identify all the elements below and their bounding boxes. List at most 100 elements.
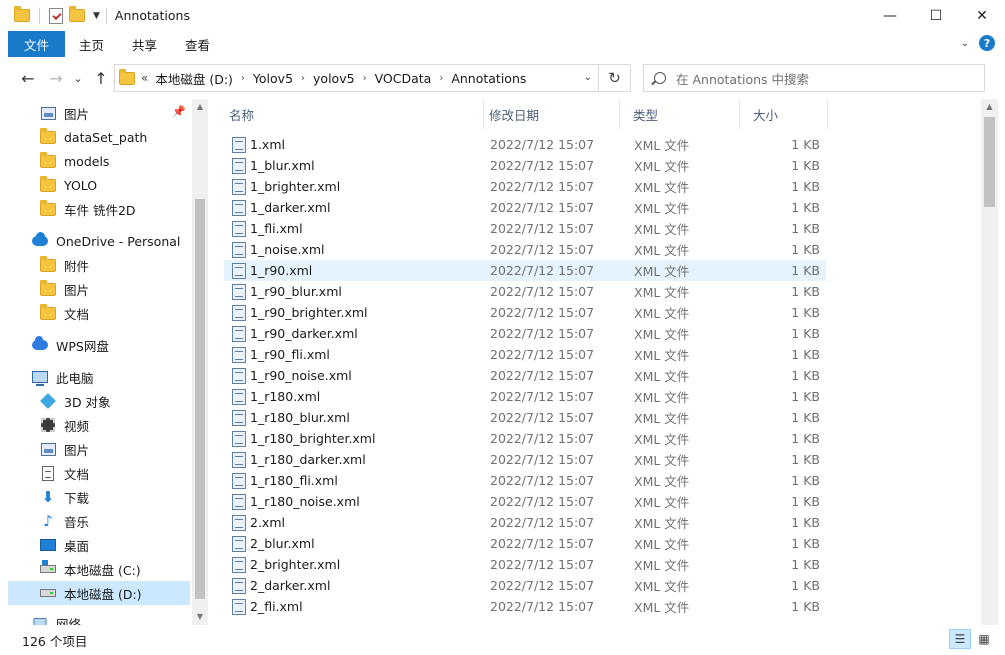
table-row[interactable]: 1_r180.xml 2022/7/12 15:07 XML 文件 1 KB <box>224 386 826 407</box>
sidebar-item-videos[interactable]: 视频 <box>8 413 190 437</box>
table-row[interactable]: 1_r90_fli.xml 2022/7/12 15:07 XML 文件 1 KB <box>224 344 826 365</box>
table-row[interactable]: 1_r90.xml 2022/7/12 15:07 XML 文件 1 KB <box>224 260 826 281</box>
sidebar-item-parts-2d[interactable]: 车件 铣件2D <box>8 197 190 221</box>
address-bar[interactable]: « 本地磁盘 (D:) › Yolov5 › yolov5 › VOCData … <box>114 64 599 92</box>
column-header-name[interactable]: 名称 ^ <box>216 99 484 129</box>
table-row[interactable]: 1_fli.xml 2022/7/12 15:07 XML 文件 1 KB <box>224 218 826 239</box>
sidebar-item-downloads[interactable]: ⬇ 下载 <box>8 485 190 509</box>
breadcrumb-annotations[interactable]: Annotations <box>451 71 526 86</box>
file-modified-date: 2022/7/12 15:07 <box>490 557 595 572</box>
breadcrumb-yolov5[interactable]: yolov5 <box>313 71 355 86</box>
refresh-button[interactable]: ↻ <box>599 64 631 92</box>
tab-file[interactable]: 文件 <box>8 31 65 57</box>
scroll-up-icon[interactable]: ▲ <box>981 99 998 115</box>
recent-locations-button[interactable]: ⌄ <box>66 66 90 90</box>
breadcrumb-yolov5-root[interactable]: Yolov5 <box>253 71 293 86</box>
table-row[interactable]: 1_r180_brighter.xml 2022/7/12 15:07 XML 文件… <box>224 428 826 449</box>
table-row[interactable]: 2_darker.xml 2022/7/12 15:07 XML 文件 1 KB <box>224 575 826 596</box>
file-modified-date: 2022/7/12 15:07 <box>490 578 595 593</box>
scroll-up-icon[interactable]: ▲ <box>192 99 208 115</box>
file-modified-date: 2022/7/12 15:07 <box>490 368 595 383</box>
file-modified-date: 2022/7/12 15:07 <box>490 410 595 425</box>
help-icon[interactable]: ? <box>979 35 995 51</box>
sidebar-item-onedrive[interactable]: OneDrive - Personal <box>8 229 190 253</box>
sidebar-item-wps-cloud[interactable]: WPS网盘 <box>8 333 190 357</box>
column-header-date[interactable]: 修改日期 <box>476 99 620 129</box>
table-row[interactable]: 1_noise.xml 2022/7/12 15:07 XML 文件 1 KB <box>224 239 826 260</box>
file-name: 1_r180_blur.xml <box>250 410 350 425</box>
pin-icon[interactable]: 📌 <box>172 105 186 118</box>
table-row[interactable]: 1_r180_fli.xml 2022/7/12 15:07 XML 文件 1 KB <box>224 470 826 491</box>
sidebar-item-music[interactable]: ♪ 音乐 <box>8 509 190 533</box>
sidebar-item-pictures[interactable]: 图片 <box>8 437 190 461</box>
sidebar-item-drive-c[interactable]: 本地磁盘 (C:) <box>8 557 190 581</box>
table-row[interactable]: 1_r90_noise.xml 2022/7/12 15:07 XML 文件 1 KB <box>224 365 826 386</box>
column-header-row: 名称 ^ 修改日期 类型 大小 <box>208 99 981 129</box>
expand-ribbon-icon[interactable]: ⌄ <box>961 38 969 49</box>
view-switcher: ☰ ▦ <box>949 629 995 649</box>
chevron-down-icon[interactable]: ⌄ <box>584 72 592 83</box>
tab-home[interactable]: 主页 <box>65 31 118 57</box>
sidebar-item-network[interactable]: 网络 <box>8 611 190 625</box>
table-row[interactable]: 1_r180_darker.xml 2022/7/12 15:07 XML 文件 1 … <box>224 449 826 470</box>
overflow-crumbs-icon[interactable]: « <box>141 71 148 85</box>
table-row[interactable]: 2.xml 2022/7/12 15:07 XML 文件 1 KB <box>224 512 826 533</box>
table-row[interactable]: 1_r90_darker.xml 2022/7/12 15:07 XML 文件 1 K… <box>224 323 826 344</box>
minimize-button[interactable]: — <box>867 0 913 31</box>
table-row[interactable]: 1_blur.xml 2022/7/12 15:07 XML 文件 1 KB <box>224 155 826 176</box>
sidebar-item-drive-d[interactable]: 本地磁盘 (D:) <box>8 581 190 605</box>
table-row[interactable]: 2_blur.xml 2022/7/12 15:07 XML 文件 1 KB <box>224 533 826 554</box>
table-row[interactable]: 1_r90_blur.xml 2022/7/12 15:07 XML 文件 1 KB <box>224 281 826 302</box>
scrollbar-thumb[interactable] <box>195 199 205 599</box>
table-row[interactable]: 1_r180_blur.xml 2022/7/12 15:07 XML 文件 1 KB <box>224 407 826 428</box>
column-header-label: 名称 <box>229 107 255 123</box>
forward-button[interactable]: → <box>44 66 68 90</box>
chevron-right-icon[interactable]: › <box>439 73 443 84</box>
table-row[interactable]: 1_r180_noise.xml 2022/7/12 15:07 XML 文件 1 K… <box>224 491 826 512</box>
sidebar-item-3d-objects[interactable]: 3D 对象 <box>8 389 190 413</box>
details-view-button[interactable]: ☰ <box>949 629 971 649</box>
column-header-size[interactable]: 大小 <box>740 99 828 129</box>
table-row[interactable]: 1_r90_brighter.xml 2022/7/12 15:07 XML 文件 1… <box>224 302 826 323</box>
sidebar-item-attachments[interactable]: 附件 <box>8 253 190 277</box>
table-row[interactable]: 2_brighter.xml 2022/7/12 15:07 XML 文件 1 KB <box>224 554 826 575</box>
tab-share[interactable]: 共享 <box>118 31 171 57</box>
sidebar-item-models[interactable]: models <box>8 149 190 173</box>
properties-icon[interactable] <box>49 7 63 24</box>
close-button[interactable]: ✕ <box>959 0 1005 31</box>
chevron-right-icon[interactable]: › <box>301 73 305 84</box>
sidebar-item-pictures-pinned[interactable]: 图片 📌 <box>8 101 190 125</box>
sidebar-item-onedrive-pictures[interactable]: 图片 <box>8 277 190 301</box>
sidebar-item-yolo[interactable]: YOLO <box>8 173 190 197</box>
maximize-button[interactable]: ☐ <box>913 0 959 31</box>
sidebar-item-dataset-path[interactable]: dataSet_path <box>8 125 190 149</box>
new-folder-icon[interactable] <box>69 6 85 22</box>
table-row[interactable]: 1_darker.xml 2022/7/12 15:07 XML 文件 1 KB <box>224 197 826 218</box>
file-list-scrollbar[interactable]: ▲ <box>981 99 998 625</box>
back-button[interactable]: ← <box>16 66 40 90</box>
scroll-down-icon[interactable]: ▼ <box>192 609 208 625</box>
sidebar-item-desktop[interactable]: 桌面 <box>8 533 190 557</box>
file-name: 1_blur.xml <box>250 158 315 173</box>
table-row[interactable]: 1.xml 2022/7/12 15:07 XML 文件 1 KB <box>224 134 826 155</box>
chevron-right-icon[interactable]: › <box>363 73 367 84</box>
chevron-right-icon[interactable]: › <box>241 73 245 84</box>
tab-view[interactable]: 查看 <box>171 31 224 57</box>
table-row[interactable]: 1_brighter.xml 2022/7/12 15:07 XML 文件 1 KB <box>224 176 826 197</box>
breadcrumb-vocdata[interactable]: VOCData <box>375 71 432 86</box>
xml-file-icon <box>232 326 246 342</box>
xml-file-icon <box>232 578 246 594</box>
up-button[interactable]: ↑ <box>89 66 113 90</box>
search-input[interactable]: 在 Annotations 中搜索 <box>643 64 985 92</box>
scrollbar-thumb[interactable] <box>984 117 995 207</box>
column-header-type[interactable]: 类型 <box>620 99 740 129</box>
customize-toolbar-icon[interactable]: ▼ <box>93 11 100 21</box>
sidebar-item-documents[interactable]: 文档 <box>8 461 190 485</box>
sidebar-item-this-pc[interactable]: 此电脑 <box>8 365 190 389</box>
sidebar-item-onedrive-documents[interactable]: 文档 <box>8 301 190 325</box>
breadcrumb-drive-d[interactable]: 本地磁盘 (D:) <box>155 69 233 88</box>
large-icons-view-button[interactable]: ▦ <box>973 629 995 649</box>
status-bar: 126 个项目 ☰ ▦ <box>0 625 1005 655</box>
table-row[interactable]: 2_fli.xml 2022/7/12 15:07 XML 文件 1 KB <box>224 596 826 617</box>
sidebar-scrollbar[interactable]: ▲ ▼ <box>192 99 208 625</box>
